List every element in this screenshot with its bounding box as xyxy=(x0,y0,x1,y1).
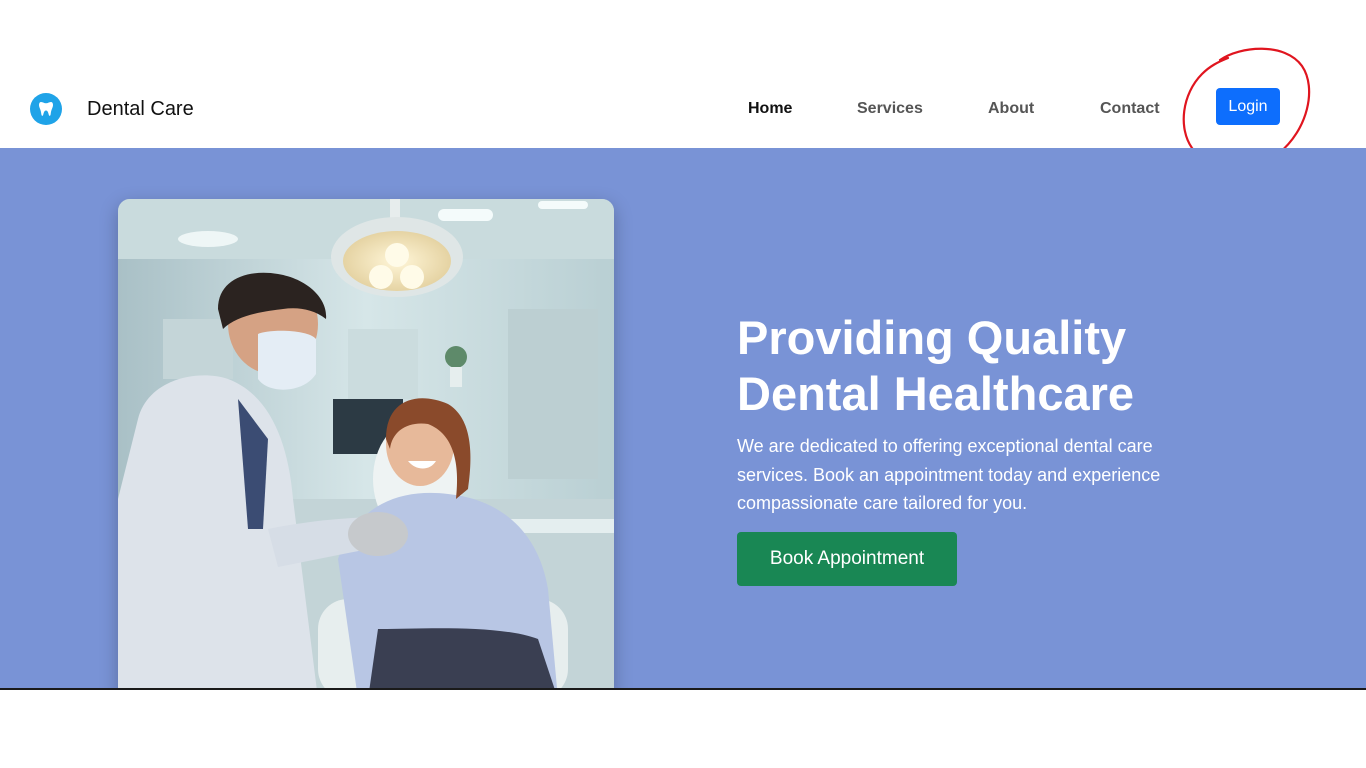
book-appointment-button[interactable]: Book Appointment xyxy=(737,532,957,586)
nav-home-link[interactable]: Home xyxy=(748,100,792,118)
hero-section: Providing Quality Dental Healthcare We a… xyxy=(0,148,1366,689)
hero-description: We are dedicated to offering exceptional… xyxy=(737,436,1161,513)
login-button[interactable]: Login xyxy=(1216,88,1280,125)
tooth-icon xyxy=(30,93,62,125)
section-divider xyxy=(0,688,1366,690)
brand-name: Dental Care xyxy=(87,97,194,120)
dentist-patient-photo xyxy=(118,199,614,689)
navbar: Dental Care Home Services About Contact … xyxy=(0,70,1366,148)
hero-title-line-1: Providing Quality xyxy=(737,311,1127,364)
nav-services-link[interactable]: Services xyxy=(857,100,923,118)
nav-contact-link[interactable]: Contact xyxy=(1100,100,1160,118)
hero-title-line-2: Dental Healthcare xyxy=(737,367,1135,420)
hero-title: Providing Quality Dental Healthcare xyxy=(737,310,1257,422)
brand[interactable]: Dental Care xyxy=(30,93,194,125)
nav-about-link[interactable]: About xyxy=(988,100,1034,118)
page: Dental Care Home Services About Contact … xyxy=(0,0,1366,768)
